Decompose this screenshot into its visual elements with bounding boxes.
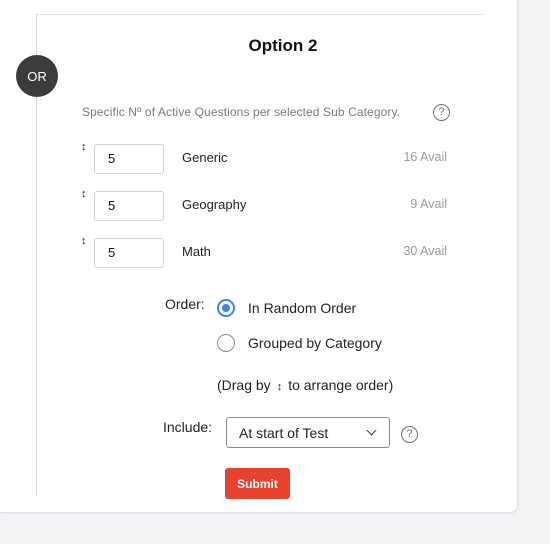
option-title: Option 2 (248, 36, 318, 55)
category-row-generic: ↕ 5 Generic 16 Avail (0, 142, 517, 176)
help-icon[interactable]: ? (433, 104, 450, 121)
drag-instruction-prefix: (Drag by (217, 377, 271, 393)
drag-handle-icon[interactable]: ↕ (81, 236, 87, 247)
question-count-input[interactable]: 5 (94, 191, 164, 221)
or-badge: OR (16, 55, 58, 97)
category-row-geography: ↕ 5 Geography 9 Avail (0, 189, 517, 223)
chevron-down-icon (366, 425, 377, 436)
category-label: Geography (182, 197, 247, 212)
drag-instruction: (Drag by ↕ to arrange order) (217, 377, 393, 393)
order-label: Order: (165, 296, 205, 312)
include-select[interactable]: At start of Test (226, 417, 390, 448)
top-divider (36, 14, 484, 15)
available-count: 16 Avail (403, 150, 447, 164)
category-row-math: ↕ 5 Math 30 Avail (0, 236, 517, 270)
available-count: 9 Avail (410, 197, 447, 211)
drag-arrow-icon: ↕ (276, 381, 283, 393)
question-count-input[interactable]: 5 (94, 238, 164, 268)
radio-grouped-by-category[interactable] (217, 334, 235, 352)
available-count: 30 Avail (403, 244, 447, 258)
radio-random-order[interactable] (217, 299, 235, 317)
include-help-icon[interactable]: ? (401, 426, 418, 443)
question-options-card: OR Option 2 Specific Nº of Active Questi… (0, 0, 518, 513)
submit-button[interactable]: Submit (225, 468, 290, 499)
radio-random-order-label[interactable]: In Random Order (248, 300, 356, 316)
drag-handle-icon[interactable]: ↕ (81, 189, 87, 200)
category-label: Math (182, 244, 211, 259)
category-label: Generic (182, 150, 228, 165)
radio-grouped-by-category-label[interactable]: Grouped by Category (248, 335, 382, 351)
include-select-value: At start of Test (239, 425, 329, 441)
question-count-input[interactable]: 5 (94, 144, 164, 174)
drag-handle-icon[interactable]: ↕ (81, 142, 87, 153)
include-label: Include: (163, 419, 213, 435)
description-text: Specific Nº of Active Questions per sele… (82, 105, 401, 119)
drag-instruction-suffix: to arrange order) (288, 377, 394, 393)
